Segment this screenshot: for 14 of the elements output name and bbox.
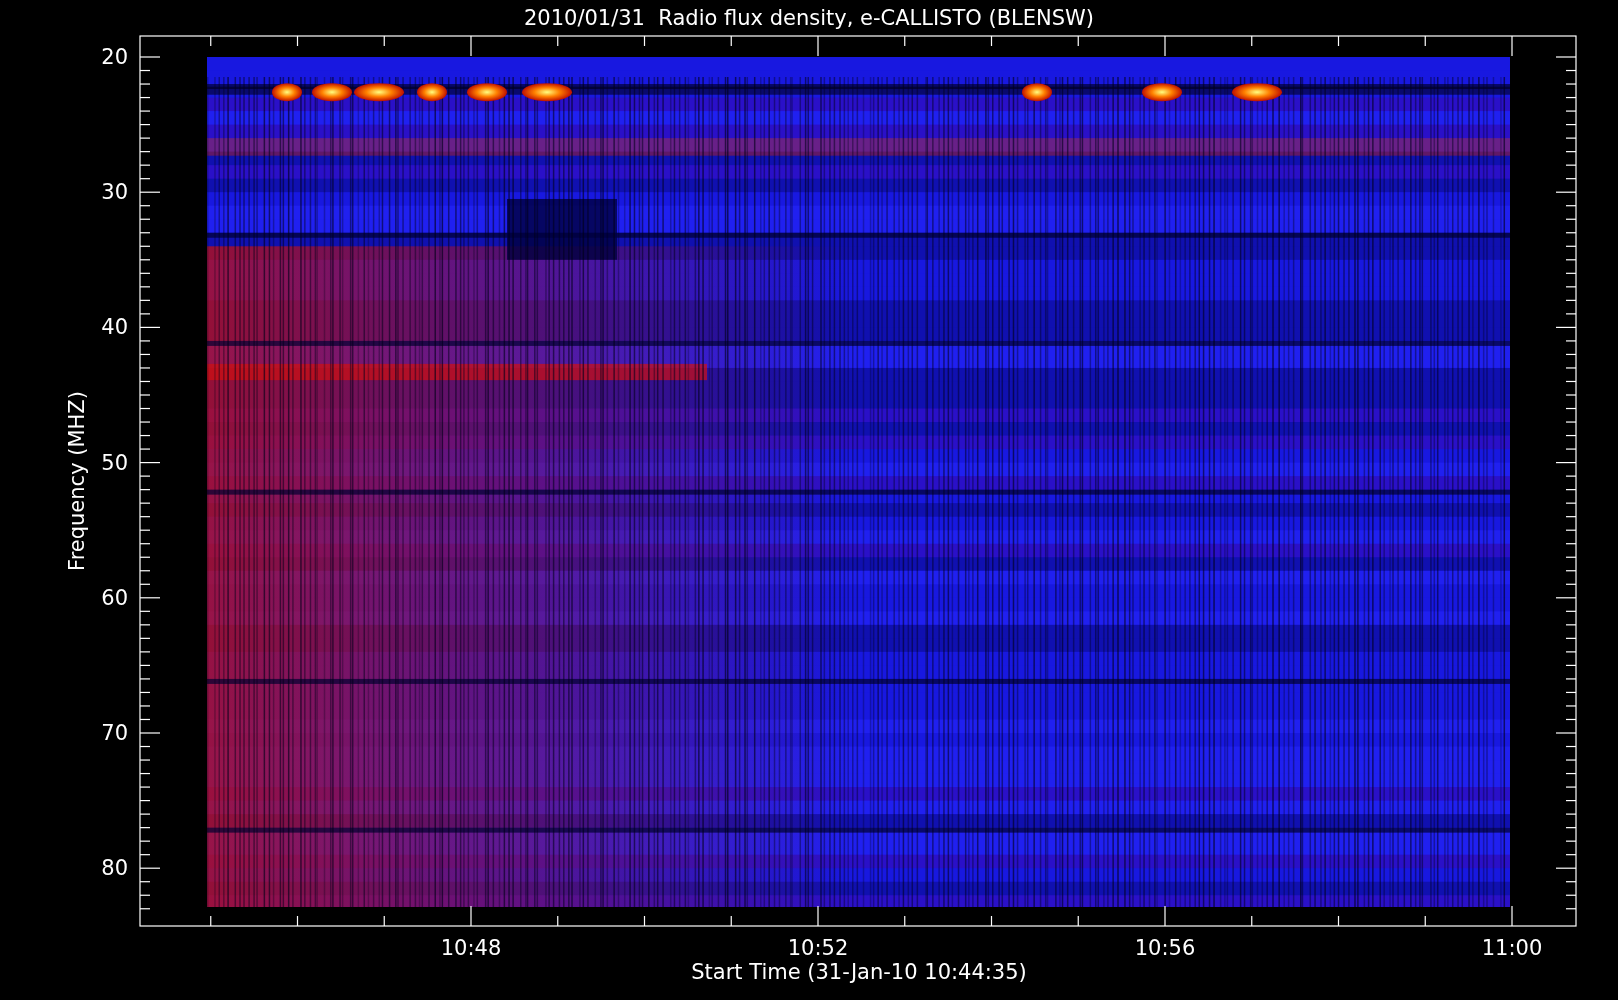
tick-label: 80 [101,856,128,881]
tick-label: 70 [101,721,128,745]
x-axis-label: Start Time (31-Jan-10 10:44:35) [691,960,1027,984]
y-axis-label: Frequency (MHZ) [65,391,89,571]
tick-label: 50 [101,450,128,475]
tick-label: 20 [101,45,128,69]
tick-label: 10:48 [440,936,502,960]
tick-label: 30 [101,180,128,205]
tick-label: 10:56 [1134,936,1196,960]
tick-label: 40 [101,315,128,340]
tick-label: 11:00 [1481,936,1543,960]
tick-label: 60 [101,585,128,610]
plot-title: 2010/01/31 Radio flux density, e-CALLISTO (BLENSW) [523,6,1095,30]
tick-label: 10:52 [787,936,849,960]
